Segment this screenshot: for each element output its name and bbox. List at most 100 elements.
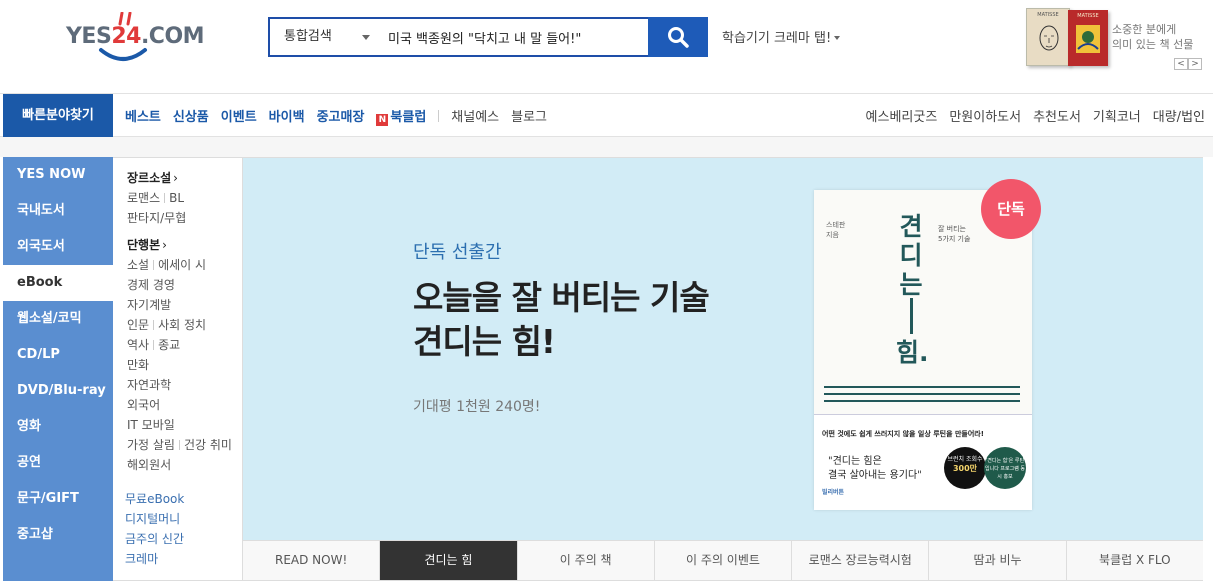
link-free-ebook[interactable]: 무료eBook xyxy=(125,489,242,509)
nav-bookclub[interactable]: N 북클럽 xyxy=(376,106,426,126)
ad-book-cover-2: MATISSE xyxy=(1068,10,1108,66)
book-promo-badge: '견디는 힘'은 루틴입니다 프로그램 동시 홍보 xyxy=(984,447,1026,489)
category-performance[interactable]: 공연 xyxy=(3,445,113,481)
subcat-history[interactable]: 역사 xyxy=(127,338,149,352)
subcat-single-books[interactable]: 단행본 › xyxy=(127,235,242,255)
nav-best[interactable]: 베스트 xyxy=(125,106,161,125)
tab-event-of-week[interactable]: 이 주의 이벤트 xyxy=(654,541,793,580)
nav-channel-yes[interactable]: 채널예스 xyxy=(451,106,499,125)
subcat-society-politics[interactable]: 사회 정치 xyxy=(158,318,206,332)
chevron-right-icon: › xyxy=(162,238,167,252)
nav-used-store[interactable]: 중고매장 xyxy=(317,106,365,125)
nav-blog[interactable]: 블로그 xyxy=(511,106,547,125)
link-crema[interactable]: 크레마 xyxy=(125,549,242,569)
chevron-right-icon: › xyxy=(173,171,178,185)
nav-goods[interactable]: 예스베리굿즈 xyxy=(866,106,938,125)
link-weekly-new[interactable]: 금주의 신간 xyxy=(125,529,242,549)
banner-eyebrow: 단독 선출간 xyxy=(413,242,502,263)
subcat-health-hobby[interactable]: 건강 취미 xyxy=(184,438,232,452)
subcat-it-mobile[interactable]: IT 모바일 xyxy=(127,418,175,432)
chevron-down-icon[interactable] xyxy=(362,35,370,40)
quick-category-button[interactable]: 빠른분야찾기 xyxy=(3,94,113,137)
book-cover[interactable]: 스테판 지음 견디는 힘. 잘 버티는 5가지 기술 어떤 것에도 쉽게 쓰러지… xyxy=(814,190,1032,510)
search-icon xyxy=(668,27,689,48)
category-dvd-bluray[interactable]: DVD/Blu-ray xyxy=(3,373,113,409)
book-title-vertical: 견디는 xyxy=(899,212,923,299)
subcat-language[interactable]: 외국어 xyxy=(127,398,160,412)
nav-recommended[interactable]: 추천도서 xyxy=(1033,106,1081,125)
category-cd-lp[interactable]: CD/LP xyxy=(3,337,113,373)
yes24-logo[interactable]: YES24.COM xyxy=(66,12,206,64)
subcat-foreign-original[interactable]: 해외원서 xyxy=(127,458,171,472)
book-author: 스테판 지음 xyxy=(826,221,846,239)
banner-tabs: READ NOW! 견디는 힘 이 주의 책 이 주의 이벤트 로맨스 장르능력… xyxy=(243,540,1203,581)
ad-book-images[interactable]: MATISSE MATISSE xyxy=(1026,8,1108,68)
nav-divider xyxy=(438,109,440,122)
tab-sweat-soap[interactable]: 땀과 비누 xyxy=(929,541,1067,580)
category-webnovel-comic[interactable]: 웹소설/코믹 xyxy=(3,301,113,337)
book-publisher: 빌리버튼 xyxy=(822,489,845,496)
category-used-shop[interactable]: 중고샵 xyxy=(3,517,113,553)
subcat-home[interactable]: 가정 살림 xyxy=(127,438,175,452)
banner-title: 오늘을 잘 버티는 기술 견디는 힘! xyxy=(413,278,710,361)
subcat-self-dev[interactable]: 자기계발 xyxy=(127,298,171,312)
divider xyxy=(153,340,155,350)
search-bar: 통합검색 xyxy=(268,17,708,57)
subcat-novel[interactable]: 소설 xyxy=(127,258,149,272)
category-foreign-books[interactable]: 외국도서 xyxy=(3,229,113,265)
search-button[interactable] xyxy=(648,17,708,57)
nav-bulk-order[interactable]: 대량/법인 xyxy=(1153,106,1205,125)
divider xyxy=(164,193,166,203)
face-drawing-icon xyxy=(1039,25,1059,51)
search-input[interactable] xyxy=(388,19,646,55)
subcat-bl[interactable]: BL xyxy=(169,191,184,205)
promo-link[interactable]: 학습기기 크레마 탭! xyxy=(722,27,841,46)
category-movie[interactable]: 영화 xyxy=(3,409,113,445)
subcat-science[interactable]: 자연과학 xyxy=(127,378,171,392)
category-domestic-books[interactable]: 국내도서 xyxy=(3,193,113,229)
category-ebook[interactable]: eBook xyxy=(3,265,113,301)
main-banner[interactable]: 단독 선출간 오늘을 잘 버티는 기술 견디는 힘! 기대평 1천원 240명!… xyxy=(243,157,1203,540)
tab-book-of-week[interactable]: 이 주의 책 xyxy=(517,541,655,580)
next-arrow-icon[interactable]: > xyxy=(1188,58,1202,70)
subcat-comics[interactable]: 만화 xyxy=(127,358,149,372)
category-yes-now[interactable]: YES NOW xyxy=(3,157,113,193)
book-decorative-lines xyxy=(824,386,1020,407)
book-quote: "견디는 힘은 결국 살아내는 용기다" xyxy=(828,456,922,481)
nav-special-corner[interactable]: 기획코너 xyxy=(1093,106,1141,125)
exclusive-badge: 단독 xyxy=(981,179,1041,239)
main-nav: 빠른분야찾기 베스트 신상품 이벤트 바이백 중고매장 N 북클럽 채널예스 블로… xyxy=(0,93,1213,137)
book-title-dash xyxy=(910,298,913,334)
ebook-subcategory-panel: 장르소설 › 로맨스 BL 판타지/무협 단행본 › 소설 에세이 시 경제 경영 자기… xyxy=(113,157,243,581)
tab-bookclub-flo[interactable]: 북클럽 X FLO xyxy=(1066,541,1203,580)
nav-new[interactable]: 신상품 xyxy=(173,106,209,125)
logo-smile-icon xyxy=(99,48,147,61)
prev-arrow-icon[interactable]: < xyxy=(1174,58,1188,70)
search-category-select[interactable]: 통합검색 xyxy=(284,19,332,55)
nav-event[interactable]: 이벤트 xyxy=(221,106,257,125)
tab-read-now[interactable]: READ NOW! xyxy=(243,541,381,580)
bookclub-n-icon: N xyxy=(376,113,389,126)
book-subtitle: 잘 버티는 5가지 기술 xyxy=(938,225,971,243)
abstract-art-icon xyxy=(1076,25,1100,53)
link-digital-money[interactable]: 디지털머니 xyxy=(125,509,242,529)
subcat-genre-fiction[interactable]: 장르소설 › xyxy=(127,168,242,188)
subcat-humanities[interactable]: 인문 xyxy=(127,318,149,332)
banner-description: 기대평 1천원 240명! xyxy=(413,399,541,415)
subcat-essay-poem[interactable]: 에세이 시 xyxy=(158,258,206,272)
ad-copy[interactable]: 소중한 분에게 의미 있는 책 선물 xyxy=(1112,22,1193,52)
subcat-economy[interactable]: 경제 경영 xyxy=(127,278,175,292)
caret-down-icon xyxy=(834,36,841,40)
ad-book-cover-1: MATISSE xyxy=(1026,8,1070,66)
nav-buyback[interactable]: 바이백 xyxy=(269,106,305,125)
subcat-fantasy[interactable]: 판타지/무협 xyxy=(127,211,186,225)
category-stationery-gift[interactable]: 문구/GIFT xyxy=(3,481,113,517)
tab-endurance[interactable]: 견디는 힘 xyxy=(380,541,518,580)
divider xyxy=(178,440,180,450)
category-menu: YES NOW 국내도서 외국도서 eBook 웹소설/코믹 CD/LP DVD… xyxy=(3,157,113,581)
divider xyxy=(153,260,155,270)
tab-romance-test[interactable]: 로맨스 장르능력시험 xyxy=(792,541,930,580)
subcat-religion[interactable]: 종교 xyxy=(158,338,180,352)
subcat-romance[interactable]: 로맨스 xyxy=(127,191,160,205)
nav-under-10k[interactable]: 만원이하도서 xyxy=(949,106,1021,125)
